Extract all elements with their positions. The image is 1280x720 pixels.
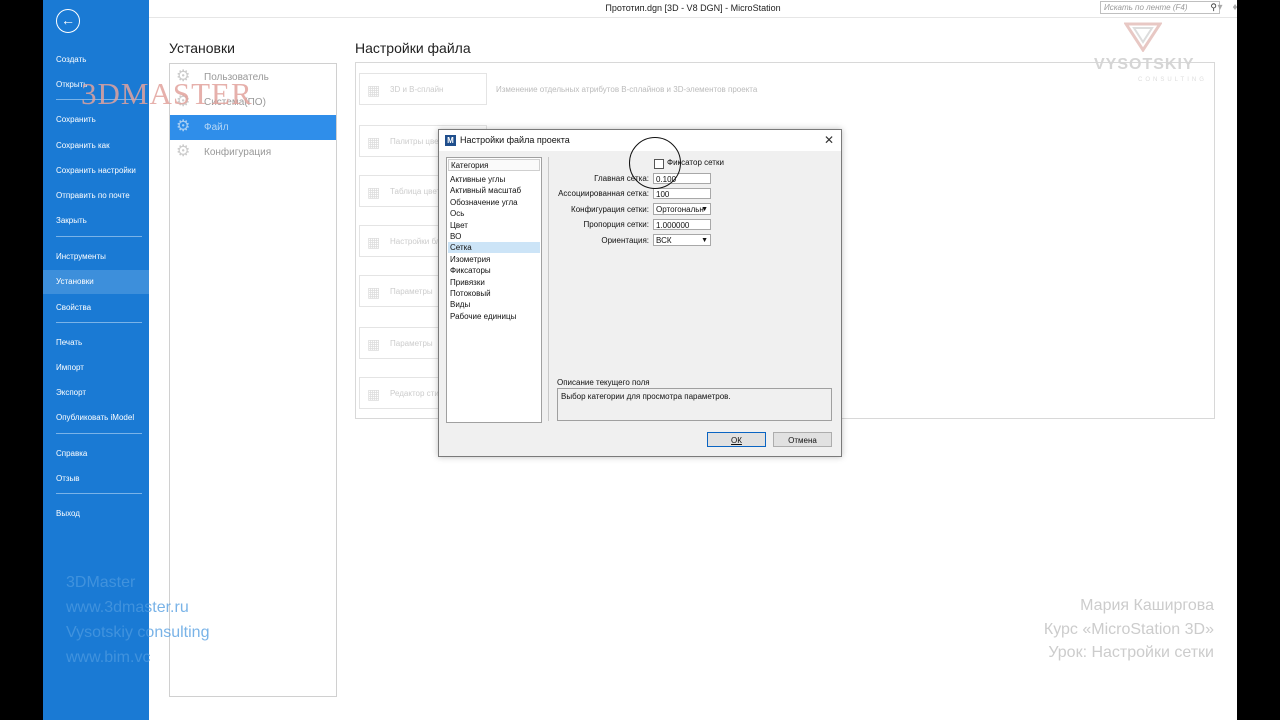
category-item[interactable]: Цвет	[448, 220, 540, 231]
tile-icon: ▦	[367, 184, 381, 200]
vysotskiy-logo-icon	[1124, 22, 1162, 52]
category-item[interactable]: ВО	[448, 231, 540, 242]
backstage-item[interactable]: Отправить по почте	[56, 191, 130, 200]
right-black-bar	[1237, 0, 1280, 720]
category-item[interactable]: Привязки	[448, 277, 540, 288]
category-item[interactable]: Обозначение угла	[448, 197, 540, 208]
tile-icon: ▦	[367, 336, 381, 352]
settings-category-label: Файл	[204, 122, 229, 133]
description-box: Выбор категории для просмотра параметров…	[557, 388, 832, 421]
tile-description: Изменение отдельных атрибутов B-сплайнов…	[496, 85, 758, 94]
category-item[interactable]: Виды	[448, 299, 540, 310]
watermark-left-line: Vysotskiy consulting	[66, 624, 210, 641]
cursor-highlight-circle	[629, 137, 681, 189]
settings-category-item[interactable]: ⚙ Конфигурация	[170, 140, 336, 165]
backstage-item[interactable]: Печать	[56, 338, 82, 347]
tile-icon: ▦	[367, 234, 381, 250]
divider	[56, 433, 142, 434]
category-item[interactable]: Потоковый	[448, 288, 540, 299]
backstage-item[interactable]: Справка	[56, 449, 87, 458]
backstage-item[interactable]: Создать	[56, 55, 86, 64]
divider	[548, 157, 549, 421]
watermark-right-line: Курс «MicroStation 3D»	[1043, 621, 1214, 638]
backstage-item[interactable]: Установки	[43, 270, 149, 294]
gear-icon: ⚙	[176, 118, 191, 135]
logo-3dmaster: 3DMASTER	[81, 76, 253, 111]
ok-button[interactable]: ОК	[707, 432, 766, 447]
watermark-left-line: www.bim.vc	[66, 649, 151, 666]
tile-icon: ▦	[367, 386, 381, 402]
backstage-item[interactable]: Экспорт	[56, 388, 86, 397]
ok-label: ОК	[731, 436, 742, 445]
orientation-label: Ориентация:	[601, 236, 649, 245]
tile-label: 3D и В-сплайн	[390, 85, 444, 94]
category-header[interactable]: Категория	[448, 159, 540, 171]
chevron-down-icon: ▼	[701, 206, 708, 213]
category-item[interactable]: Активные углы	[448, 174, 540, 185]
category-item[interactable]: Ось	[448, 208, 540, 219]
app-window: ← Создать Открыть Сохранить Сохранить как Со…	[43, 0, 1237, 720]
tile-icon: ▦	[367, 82, 381, 98]
grid-config-select[interactable]: Ортогональн ▼	[653, 203, 711, 215]
category-item[interactable]: Изометрия	[448, 254, 540, 265]
watermark-consulting: CONSULTING	[1138, 77, 1207, 83]
settings-tile[interactable]: ▦ 3D и В-сплайн	[359, 73, 487, 105]
microstation-icon: M	[445, 135, 456, 146]
orientation-value: ВСК	[656, 236, 672, 245]
assoc-grid-label: Ассоциированная сетка:	[558, 189, 649, 198]
gear-icon: ⚙	[176, 143, 191, 160]
ribbon-search-placeholder: Искать по ленте (F4)	[1104, 3, 1188, 12]
backstage-item[interactable]: Отзыв	[56, 474, 80, 483]
category-item[interactable]: Фиксаторы	[448, 265, 540, 276]
bell-icon[interactable]: ♦	[1229, 2, 1237, 13]
backstage-item[interactable]: Закрыть	[56, 216, 87, 225]
backstage-item[interactable]: Импорт	[56, 363, 84, 372]
category-list: Категория Активные углы Активный масштаб О…	[446, 157, 542, 423]
back-arrow-icon[interactable]: ←	[56, 9, 80, 33]
chevron-down-icon: ▼	[701, 237, 708, 244]
backstage-item[interactable]: Выход	[56, 509, 80, 518]
watermark-right-line: Мария Каширгова	[1080, 597, 1214, 614]
backstage-item[interactable]: Опубликовать iModel	[56, 413, 134, 422]
title-bar: Прототип.dgn [3D - V8 DGN] - MicroStatio…	[149, 0, 1237, 18]
orientation-select[interactable]: ВСК ▼	[653, 234, 711, 246]
assoc-grid-input[interactable]: 100	[653, 188, 711, 199]
file-settings-heading: Настройки файла	[355, 40, 471, 56]
divider	[56, 322, 142, 323]
grid-ratio-input[interactable]: 1.000000	[653, 219, 711, 230]
backstage-item[interactable]: Сохранить как	[56, 141, 110, 150]
tile-icon: ▦	[367, 284, 381, 300]
category-item[interactable]: Сетка	[448, 242, 540, 254]
grid-ratio-label: Пропорция сетки:	[583, 220, 649, 229]
divider	[56, 236, 142, 237]
backstage-item[interactable]: Свойства	[56, 303, 91, 312]
file-settings-dialog: M Настройки файла проекта ✕ Категория Ак…	[438, 129, 842, 457]
watermark-vysotskiy: VYSOTSKIY	[1094, 56, 1195, 73]
settings-category-panel: ⚙ Пользователь ⚙ Система(ПО) ⚙ Файл ⚙ Конфигура…	[169, 63, 337, 697]
ribbon-search-input[interactable]: Искать по ленте (F4) ⚲	[1100, 1, 1220, 14]
settings-category-item[interactable]: ⚙ Файл	[170, 115, 336, 140]
backstage-item[interactable]: Инструменты	[56, 252, 106, 261]
close-icon[interactable]: ✕	[824, 133, 834, 147]
settings-heading: Установки	[169, 40, 235, 56]
tile-label: Параметры	[390, 339, 433, 348]
description-label: Описание текущего поля	[557, 378, 650, 387]
dialog-title: Настройки файла проекта	[460, 135, 570, 145]
backstage-item[interactable]: Сохранить настройки	[56, 166, 136, 175]
watermark-left-line: www.3dmaster.ru	[66, 599, 189, 616]
backstage-item[interactable]: Сохранить	[56, 115, 96, 124]
category-item[interactable]: Рабочие единицы	[448, 311, 540, 322]
divider	[56, 493, 142, 494]
watermark-right-line: Урок: Настройки сетки	[1048, 644, 1214, 661]
grid-config-label: Конфигурация сетки:	[571, 205, 649, 214]
category-item[interactable]: Активный масштаб	[448, 185, 540, 196]
tile-icon: ▦	[367, 134, 381, 150]
tile-label: Параметры	[390, 287, 433, 296]
cancel-button[interactable]: Отмена	[773, 432, 832, 447]
settings-category-label: Конфигурация	[204, 147, 272, 158]
grid-config-value: Ортогональн	[656, 205, 704, 214]
chevron-down-icon[interactable]: ▾	[1214, 2, 1226, 13]
window-title: Прототип.dgn [3D - V8 DGN] - MicroStatio…	[605, 3, 781, 13]
watermark-left-line: 3DMaster	[66, 574, 136, 591]
